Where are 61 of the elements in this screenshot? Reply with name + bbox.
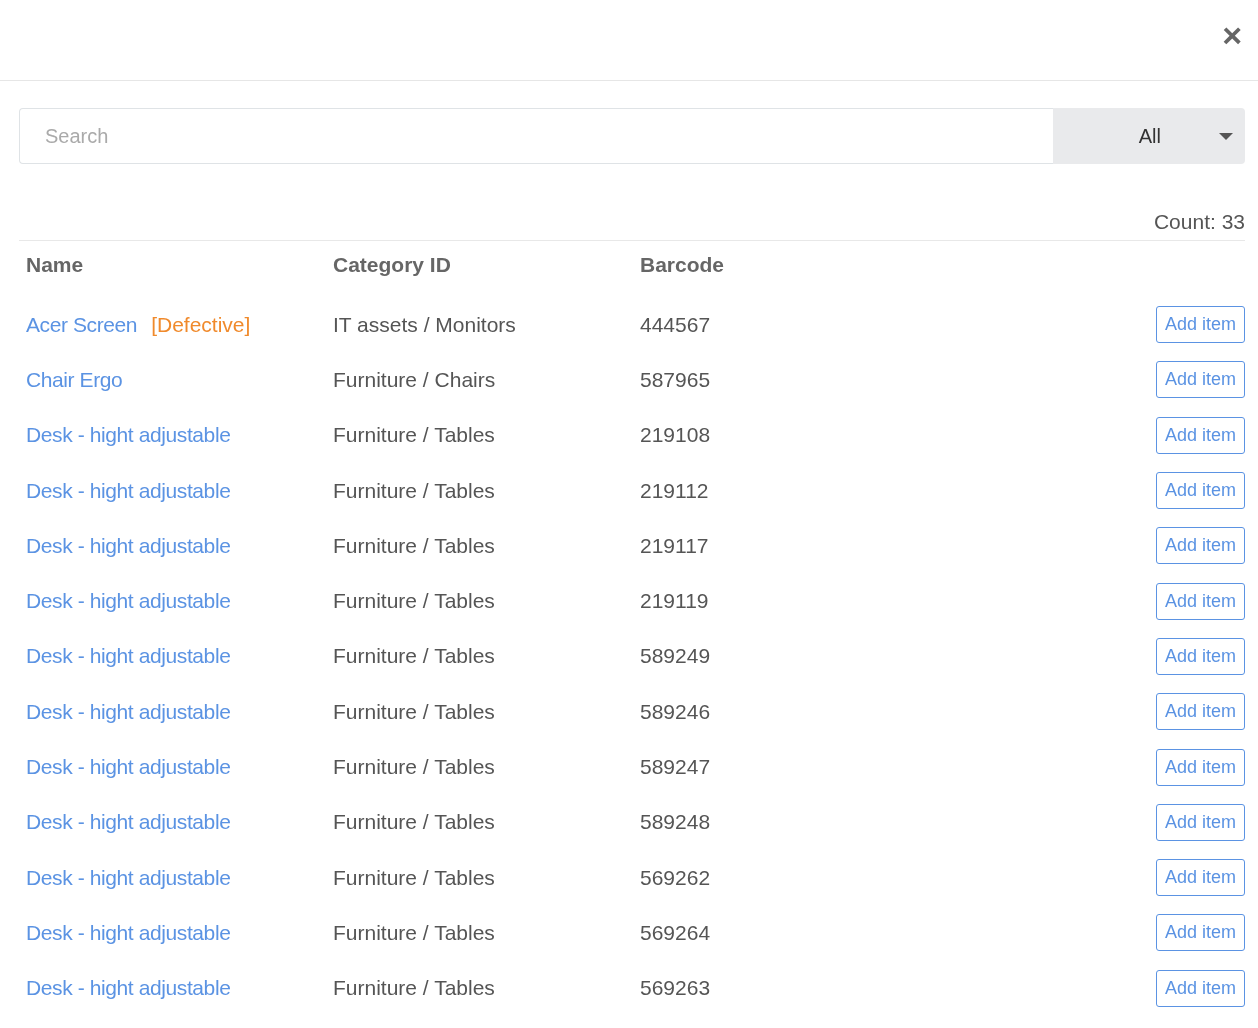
caret-icon — [1219, 132, 1233, 140]
add-item-button[interactable]: Add item — [1155, 693, 1245, 731]
add-item-button[interactable]: Add item — [1155, 527, 1245, 565]
category-cell-text: Furniture / Tables — [333, 920, 496, 945]
barcode-cell-text: 569264 — [640, 920, 712, 945]
add-item-button[interactable]: Add item — [1155, 969, 1245, 1007]
item-name-link[interactable]: Desk - hight adjustable — [26, 976, 231, 1001]
column-header: Name — [26, 253, 85, 277]
category-cell-text: Furniture / Tables — [333, 865, 496, 890]
item-name-link[interactable]: Desk - hight adjustable — [26, 533, 231, 558]
category-cell-text: Furniture / Tables — [333, 976, 496, 1001]
item-name-link[interactable]: Desk - hight adjustable — [26, 423, 231, 448]
barcode-cell-text: 589247 — [640, 755, 712, 779]
barcode-cell-text: 589246 — [640, 699, 712, 724]
add-item-button[interactable]: Add item — [1155, 361, 1245, 399]
category-cell-text: Furniture / Tables — [333, 699, 496, 724]
count-label: Count: 33 — [1153, 210, 1245, 234]
barcode-cell-text: 219108 — [640, 423, 712, 448]
barcode-cell-text: 219119 — [640, 589, 710, 614]
item-name-link[interactable]: Desk - hight adjustable — [26, 589, 231, 614]
close-button[interactable]: × — [1218, 18, 1246, 52]
add-item-button[interactable]: Add item — [1155, 803, 1245, 841]
search-field[interactable]: Search — [19, 108, 1053, 164]
item-name-link[interactable]: Desk - hight adjustable — [26, 865, 231, 890]
item-name-link[interactable]: Desk - hight adjustable — [26, 478, 231, 503]
barcode-cell-text: 219117 — [640, 533, 710, 558]
category-cell-text: Furniture / Chairs — [333, 367, 497, 392]
add-item-button[interactable]: Add item — [1155, 637, 1245, 675]
category-cell-text: IT assets / Monitors — [333, 312, 517, 337]
item-name-link[interactable]: Acer Screen — [26, 312, 138, 337]
add-item-button[interactable]: Add item — [1155, 306, 1245, 344]
add-item-button[interactable]: Add item — [1155, 914, 1245, 952]
barcode-cell-text: 569263 — [640, 976, 712, 1001]
barcode-cell-text: 589249 — [640, 644, 712, 669]
category-cell-text: Furniture / Tables — [333, 478, 496, 503]
item-name-link[interactable]: Desk - hight adjustable — [26, 755, 231, 779]
add-item-button[interactable]: Add item — [1155, 859, 1245, 897]
category-cell-text: Furniture / Tables — [333, 644, 496, 669]
status-tag: [Defective] — [151, 312, 251, 337]
add-item-button[interactable]: Add item — [1155, 416, 1245, 454]
add-item-button[interactable]: Add item — [1155, 748, 1245, 786]
category-cell-text: Furniture / Tables — [333, 533, 496, 558]
item-name-link[interactable]: Chair Ergo — [26, 367, 123, 392]
add-item-button[interactable]: Add item — [1155, 582, 1245, 620]
barcode-cell-text: 569262 — [640, 865, 712, 890]
item-name-link[interactable]: Desk - hight adjustable — [26, 644, 231, 669]
barcode-cell-text: 589248 — [640, 810, 712, 835]
category-cell-text: Furniture / Tables — [333, 810, 496, 835]
add-item-button[interactable]: Add item — [1155, 472, 1245, 510]
category-cell-text: Furniture / Tables — [333, 423, 496, 448]
category-cell-text: Furniture / Tables — [333, 755, 496, 779]
barcode-cell-text: 444567 — [640, 312, 712, 337]
item-name-link[interactable]: Desk - hight adjustable — [26, 920, 231, 945]
column-header: Barcode — [640, 253, 726, 277]
barcode-cell-text: 587965 — [640, 367, 712, 392]
column-header: Category ID — [333, 253, 452, 277]
filter-dropdown[interactable]: All — [1053, 108, 1245, 164]
item-name-link[interactable]: Desk - hight adjustable — [26, 810, 231, 835]
category-cell-text: Furniture / Tables — [333, 589, 496, 614]
item-name-link[interactable]: Desk - hight adjustable — [26, 699, 231, 724]
barcode-cell-text: 219112 — [640, 478, 710, 503]
